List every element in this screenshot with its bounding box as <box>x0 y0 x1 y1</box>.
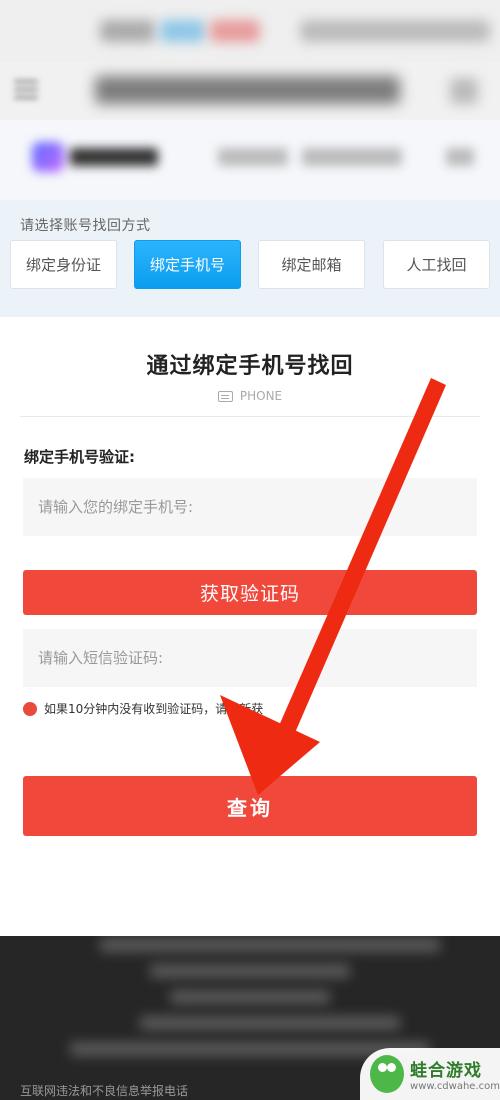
field-label: 绑定手机号验证: <box>24 448 135 466</box>
browser-address-bar[interactable] <box>0 62 500 120</box>
red-dot-icon <box>23 701 37 716</box>
frog-logo-icon <box>370 1055 405 1093</box>
phone-card-icon <box>217 390 233 402</box>
browser-action-icon[interactable] <box>450 78 478 104</box>
logo-mark-icon <box>32 142 64 172</box>
recovery-method-section: 请选择账号找回方式 绑定身份证 绑定手机号 绑定邮箱 人工找回 <box>0 200 500 317</box>
status-blob <box>160 20 205 42</box>
footer-line <box>150 964 350 978</box>
status-blob <box>100 20 155 42</box>
notice: 如果10分钟内没有收到验证码，请重新获 <box>23 700 263 717</box>
phone-input[interactable] <box>23 478 477 536</box>
footer-line <box>140 1016 400 1030</box>
status-blob <box>210 20 260 42</box>
status-blob <box>300 20 490 42</box>
subtitle-text: PHONE <box>239 389 283 403</box>
header-nav-item[interactable] <box>302 148 402 166</box>
tab-phone[interactable]: 绑定手机号 <box>134 240 241 289</box>
watermark: 蛙合游戏 www.cdwahe.com <box>360 1048 500 1100</box>
site-logo[interactable] <box>32 142 160 172</box>
sms-code-input[interactable] <box>23 629 477 687</box>
page-title: 通过绑定手机号找回 <box>146 354 354 379</box>
menu-icon[interactable] <box>14 80 38 100</box>
footer-text: 互联网违法和不良信息举报电话 <box>20 1084 189 1098</box>
query-button[interactable]: 查询 <box>23 776 477 836</box>
method-section-title: 请选择账号找回方式 <box>20 218 151 234</box>
logo-text <box>70 148 158 166</box>
footer-line <box>170 990 330 1004</box>
site-header <box>0 120 500 200</box>
header-nav-item[interactable] <box>218 148 288 166</box>
tab-manual[interactable]: 人工找回 <box>383 240 490 289</box>
footer-line <box>100 938 440 952</box>
url-field[interactable] <box>95 76 400 104</box>
watermark-name: 蛙合游戏 <box>410 1061 483 1081</box>
subtitle: PHONE <box>0 389 500 403</box>
status-bar <box>0 0 500 62</box>
header-search-icon[interactable] <box>446 148 474 166</box>
tab-id-card[interactable]: 绑定身份证 <box>10 240 117 289</box>
tab-email[interactable]: 绑定邮箱 <box>258 240 365 289</box>
watermark-url: www.cdwahe.com <box>410 1081 500 1092</box>
get-code-button[interactable]: 获取验证码 <box>23 570 477 615</box>
divider <box>20 416 480 417</box>
notice-text: 如果10分钟内没有收到验证码，请重新获 <box>44 702 264 716</box>
